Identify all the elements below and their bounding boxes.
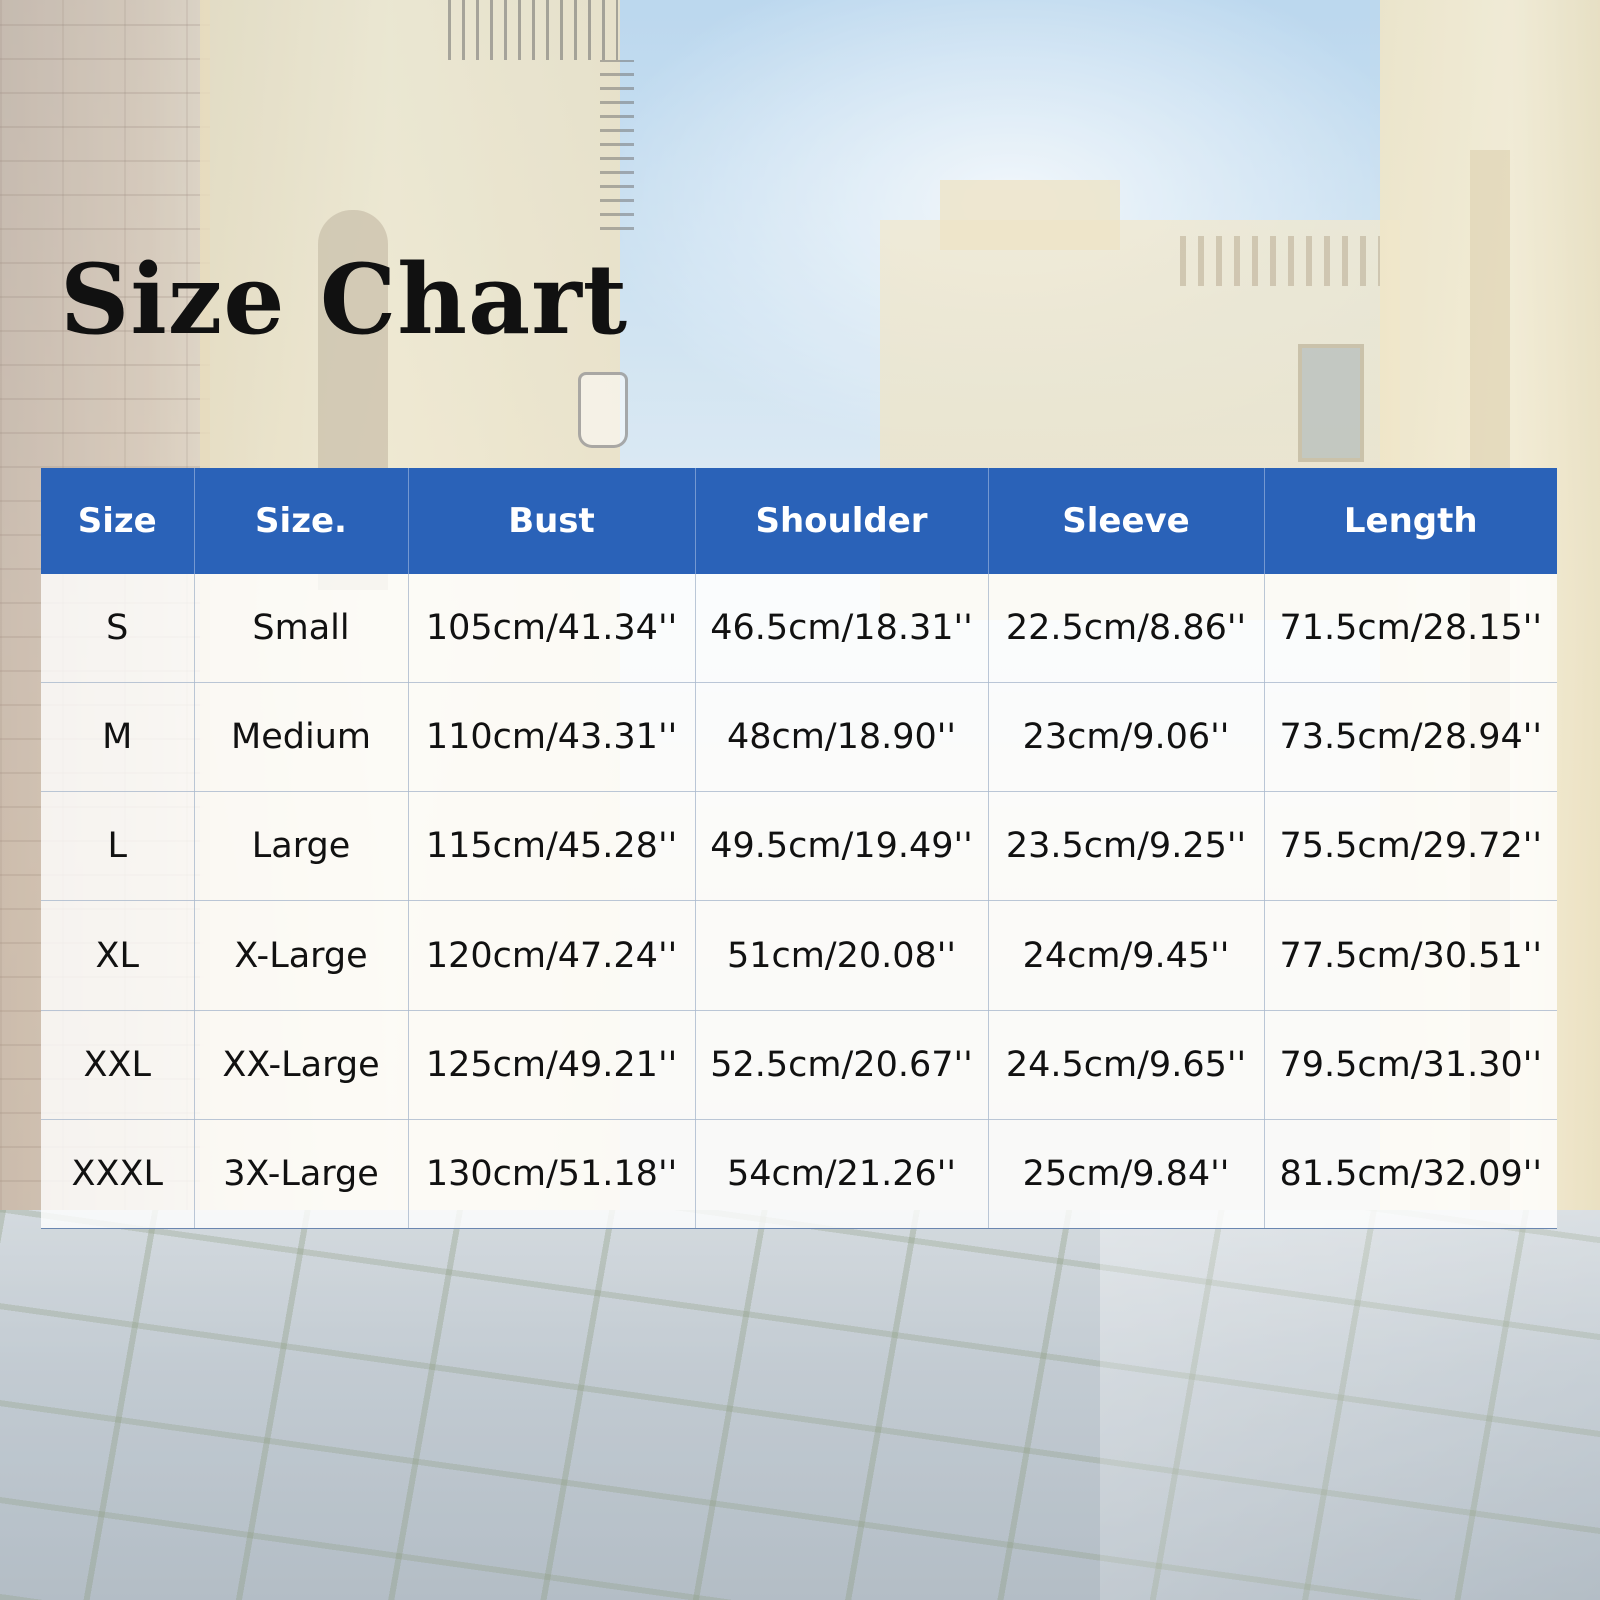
table-cell: S: [41, 574, 195, 684]
column-header: Bust: [408, 468, 696, 574]
table-row: XXXL 3X-Large 130cm/51.18'' 54cm/21.26'' 25c…: [41, 1119, 1557, 1230]
table-cell: 48cm/18.90'': [695, 682, 989, 793]
page-title: Size Chart: [60, 243, 629, 356]
table-row: XL X-Large 120cm/47.24'' 51cm/20.08'' 24cm/9…: [41, 900, 1557, 1011]
header-row: Size Size. Bust Shoulder Sleeve Length: [41, 468, 1557, 574]
table-cell: Medium: [194, 682, 409, 793]
table-body: S Small 105cm/41.34'' 46.5cm/18.31'' 22.5cm/…: [41, 574, 1557, 1230]
table-cell: 125cm/49.21'': [408, 1010, 696, 1120]
size-chart-table: Size Size. Bust Shoulder Sleeve Length S Small…: [41, 468, 1557, 1230]
table-row: L Large 115cm/45.28'' 49.5cm/19.49'' 23.5cm/…: [41, 791, 1557, 902]
table-cell: XXXL: [41, 1119, 195, 1230]
table-cell: 3X-Large: [194, 1119, 409, 1230]
column-header: Size: [41, 468, 195, 574]
table-cell: 22.5cm/8.86'': [988, 574, 1265, 684]
column-header: Length: [1264, 468, 1557, 574]
table-cell: 75.5cm/29.72'': [1264, 791, 1557, 902]
table-cell: 24cm/9.45'': [988, 900, 1265, 1011]
table-cell: 79.5cm/31.30'': [1264, 1010, 1557, 1120]
table-cell: 115cm/45.28'': [408, 791, 696, 902]
table-cell: 77.5cm/30.51'': [1264, 900, 1557, 1011]
table-cell: XL: [41, 900, 195, 1011]
table-cell: 81.5cm/32.09'': [1264, 1119, 1557, 1230]
table-cell: 24.5cm/9.65'': [988, 1010, 1265, 1120]
table-cell: 23cm/9.06'': [988, 682, 1265, 793]
table-row: M Medium 110cm/43.31'' 48cm/18.90'' 23cm/9.0…: [41, 682, 1557, 793]
table-cell: 120cm/47.24'': [408, 900, 696, 1011]
table-cell: M: [41, 682, 195, 793]
table-row: XXL XX-Large 125cm/49.21'' 52.5cm/20.67'' 24…: [41, 1010, 1557, 1120]
table-cell: 105cm/41.34'': [408, 574, 696, 684]
table-row: S Small 105cm/41.34'' 46.5cm/18.31'' 22.5cm/…: [41, 574, 1557, 684]
table-cell: 54cm/21.26'': [695, 1119, 989, 1230]
table-cell: XXL: [41, 1010, 195, 1120]
table-cell: 73.5cm/28.94'': [1264, 682, 1557, 793]
table-cell: XX-Large: [194, 1010, 409, 1120]
table-cell: Small: [194, 574, 409, 684]
column-header: Sleeve: [988, 468, 1265, 574]
table-cell: 25cm/9.84'': [988, 1119, 1265, 1230]
table-cell: X-Large: [194, 900, 409, 1011]
table-cell: 71.5cm/28.15'': [1264, 574, 1557, 684]
table-cell: 51cm/20.08'': [695, 900, 989, 1011]
table-cell: L: [41, 791, 195, 902]
table-cell: 46.5cm/18.31'': [695, 574, 989, 684]
table-cell: 130cm/51.18'': [408, 1119, 696, 1230]
table-cell: 52.5cm/20.67'': [695, 1010, 989, 1120]
table-cell: 49.5cm/19.49'': [695, 791, 989, 902]
table-cell: Large: [194, 791, 409, 902]
column-header: Shoulder: [695, 468, 989, 574]
table-cell: 23.5cm/9.25'': [988, 791, 1265, 902]
table-cell: 110cm/43.31'': [408, 682, 696, 793]
column-header: Size.: [194, 468, 409, 574]
